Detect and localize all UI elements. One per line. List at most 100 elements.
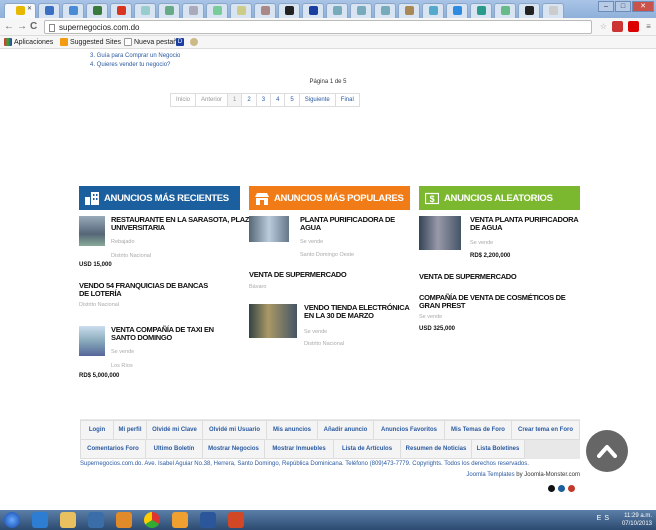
tab[interactable] (302, 3, 324, 18)
minimize-button[interactable]: – (598, 1, 614, 12)
list-item[interactable]: 4. Quieres vender tu negocio? (90, 61, 180, 70)
footer-link-add-ad[interactable]: Añadir anuncio (317, 420, 374, 440)
tab[interactable] (446, 3, 468, 18)
bookmark-gear[interactable] (190, 38, 198, 46)
app-icon[interactable] (116, 512, 132, 528)
app-icon[interactable] (172, 512, 188, 528)
footer-link-show-businesses[interactable]: Mostrar Negocios (202, 439, 265, 459)
tray-language[interactable]: ES (597, 515, 612, 522)
menu-icon[interactable]: ≡ (643, 21, 654, 32)
footer-link-forum-topics[interactable]: Mis Temas de Foro (444, 420, 512, 440)
bookmark-new-tab[interactable]: Nueva pestaña (124, 38, 181, 46)
tab[interactable] (350, 3, 372, 18)
tab[interactable] (518, 3, 540, 18)
scroll-to-top-button[interactable] (586, 430, 628, 472)
tab[interactable] (326, 3, 348, 18)
extension-icon[interactable] (612, 21, 623, 32)
tab[interactable] (182, 3, 204, 18)
folder-icon[interactable] (60, 512, 76, 528)
ad-title[interactable]: VENTA COMPAÑÍA DE TAXI EN SANTO DOMINGO (111, 326, 236, 342)
forward-icon[interactable]: → (17, 21, 27, 32)
footer-link-favorite-ads[interactable]: Anuncios Favoritos (373, 420, 445, 440)
favicon-icon (116, 6, 126, 15)
clock[interactable]: 11:29 a.m. 07/10/2013 (622, 512, 652, 528)
ad-location: Distrito Nacional (304, 341, 345, 347)
tab[interactable] (374, 3, 396, 18)
tab[interactable] (230, 3, 252, 18)
footer-link-profile[interactable]: Mi perfil (113, 420, 147, 440)
footer-link-show-properties[interactable]: Mostrar Inmuebles (264, 439, 334, 459)
tab[interactable] (62, 3, 84, 18)
tab[interactable] (206, 3, 228, 18)
ad-thumbnail[interactable] (249, 216, 289, 242)
color-dot[interactable] (558, 485, 565, 492)
ad-title[interactable]: COMPAÑÍA DE VENTA DE COSMÉTICOS DE GRAN … (419, 294, 579, 310)
bookmark-apps[interactable]: Aplicaciones (4, 38, 53, 46)
tab[interactable] (158, 3, 180, 18)
ad-title[interactable]: VENTA DE SUPERMERCADO (249, 271, 399, 279)
site-favicon-icon (15, 6, 25, 15)
close-window-button[interactable]: ✕ (632, 1, 654, 12)
ad-thumbnail[interactable] (79, 326, 105, 356)
pager-page-3[interactable]: 3 (255, 93, 272, 107)
extension-icon[interactable] (628, 21, 639, 32)
reload-icon[interactable]: C (30, 21, 37, 32)
bookmark-star-icon[interactable]: ☆ (598, 21, 609, 32)
ie-icon[interactable] (32, 512, 48, 528)
footer-link-articles[interactable]: Lista de Artículos (333, 439, 401, 459)
tab[interactable] (278, 3, 300, 18)
chrome-icon[interactable] (144, 512, 160, 528)
color-dot[interactable] (548, 485, 555, 492)
pager-last[interactable]: Final (334, 93, 360, 107)
address-bar[interactable]: supernegocios.com.do (44, 20, 592, 34)
buildings-icon (85, 191, 99, 205)
ad-thumbnail[interactable] (419, 216, 461, 250)
color-dot[interactable] (568, 485, 575, 492)
bookmark-d[interactable]: D (176, 38, 184, 46)
footer-link-forum-comments[interactable]: Comentarios Foro (80, 439, 146, 459)
tab[interactable] (422, 3, 444, 18)
footer-link-news-summary[interactable]: Resumen de Noticias (400, 439, 472, 459)
ad-title[interactable]: VENDO TIENDA ELECTRÓNICA EN LA 30 DE MAR… (304, 304, 414, 320)
ad-title[interactable]: VENDO 54 FRANQUICIAS DE BANCAS DE LOTERÍ… (79, 282, 219, 298)
back-icon[interactable]: ← (4, 21, 14, 32)
bookmark-suggested-sites[interactable]: Suggested Sites (60, 38, 121, 46)
tab[interactable] (470, 3, 492, 18)
tab[interactable] (398, 3, 420, 18)
tab-active[interactable]: ✕ (4, 3, 36, 18)
ad-title[interactable]: VENTA DE SUPERMERCADO (419, 273, 569, 281)
footer-link-my-ads[interactable]: Mis anuncios (266, 420, 318, 440)
ad-title[interactable]: RESTAURANTE EN LA SARASOTA, PLAZA UNIVER… (111, 216, 261, 232)
pager-page-2[interactable]: 2 (241, 93, 257, 107)
footer-link-bulletins[interactable]: Lista Boletines (471, 439, 525, 459)
ad-title[interactable]: VENTA PLANTA PURIFICADORA DE AGUA (470, 216, 580, 232)
tab[interactable] (38, 3, 60, 18)
pager-page-4[interactable]: 4 (270, 93, 286, 107)
close-tab-icon[interactable]: ✕ (27, 5, 32, 12)
tab[interactable] (542, 3, 564, 18)
ad-category: Se vende (304, 329, 328, 335)
credit-link[interactable]: Joomla Templates (466, 472, 514, 478)
ad-thumbnail[interactable] (79, 216, 105, 246)
tab[interactable] (134, 3, 156, 18)
media-icon[interactable] (88, 512, 104, 528)
word-icon[interactable] (200, 512, 216, 528)
footer-link-login[interactable]: Login (80, 420, 114, 440)
template-credit: Joomla Templates by Joomla-Monster.com (466, 472, 580, 478)
footer-link-latest-bulletin[interactable]: Ultimo Boletín (145, 439, 203, 459)
footer-link-create-forum-topic[interactable]: Crear tema en Foro (511, 420, 580, 440)
tab[interactable] (494, 3, 516, 18)
footer-link-forgot-password[interactable]: Olvidé mi Clave (146, 420, 203, 440)
start-button[interactable] (4, 512, 20, 528)
list-item[interactable]: 3. Guía para Comprar un Negocio (90, 52, 180, 61)
powerpoint-icon[interactable] (228, 512, 244, 528)
tab[interactable] (86, 3, 108, 18)
tab[interactable] (110, 3, 132, 18)
ad-title[interactable]: PLANTA PURIFICADORA DE AGUA (300, 216, 410, 232)
tab[interactable] (254, 3, 276, 18)
pager-page-5[interactable]: 5 (284, 93, 300, 107)
ad-thumbnail[interactable] (249, 304, 297, 338)
maximize-button[interactable]: □ (615, 1, 631, 12)
footer-link-forgot-username[interactable]: Olvidé mi Usuario (202, 420, 267, 440)
pager-next[interactable]: Siguiente (298, 93, 336, 107)
